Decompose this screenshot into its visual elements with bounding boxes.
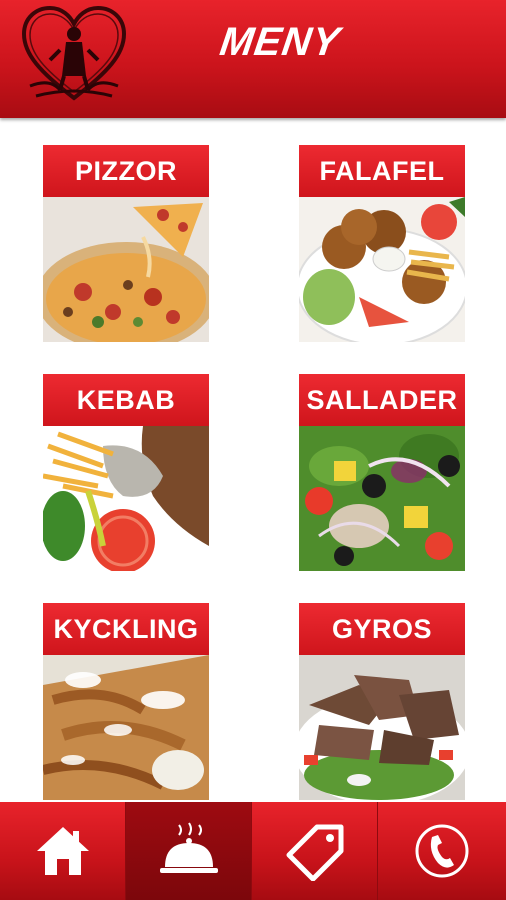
nav-home[interactable]	[0, 802, 126, 900]
menu-item-pizzor[interactable]: PIZZOR	[43, 145, 209, 342]
price-tag-icon	[286, 824, 343, 881]
menu-item-gyros[interactable]: GYROS	[299, 603, 465, 800]
menu-item-label: KYCKLING	[43, 603, 209, 655]
home-icon	[36, 827, 89, 875]
menu-item-sallader[interactable]: SALLADER	[299, 374, 465, 571]
app-header: MENY	[0, 0, 506, 118]
bottom-nav	[0, 802, 506, 900]
page-title: MENY	[217, 20, 343, 64]
menu-item-kyckling[interactable]: KYCKLING	[43, 603, 209, 800]
salad-image	[299, 426, 465, 571]
nav-offers[interactable]	[252, 802, 378, 900]
menu-item-kebab[interactable]: KEBAB	[43, 374, 209, 571]
nav-call[interactable]	[378, 802, 506, 900]
menu-item-label: GYROS	[299, 603, 465, 655]
kebab-image	[43, 426, 209, 571]
food-cloche-icon	[159, 822, 218, 873]
falafel-image	[299, 197, 465, 342]
menu-item-label: FALAFEL	[299, 145, 465, 197]
nav-menu[interactable]	[126, 802, 252, 900]
menu-item-label: SALLADER	[299, 374, 465, 426]
menu-item-falafel[interactable]: FALAFEL	[299, 145, 465, 342]
phone-icon	[415, 824, 469, 878]
gyros-image	[299, 655, 465, 800]
pizza-image	[43, 197, 209, 342]
chicken-image	[43, 655, 209, 800]
menu-grid: PIZZOR FALAFEL KEBAB SALLADER KYCKLING G…	[0, 118, 506, 802]
menu-item-label: PIZZOR	[43, 145, 209, 197]
menu-item-label: KEBAB	[43, 374, 209, 426]
